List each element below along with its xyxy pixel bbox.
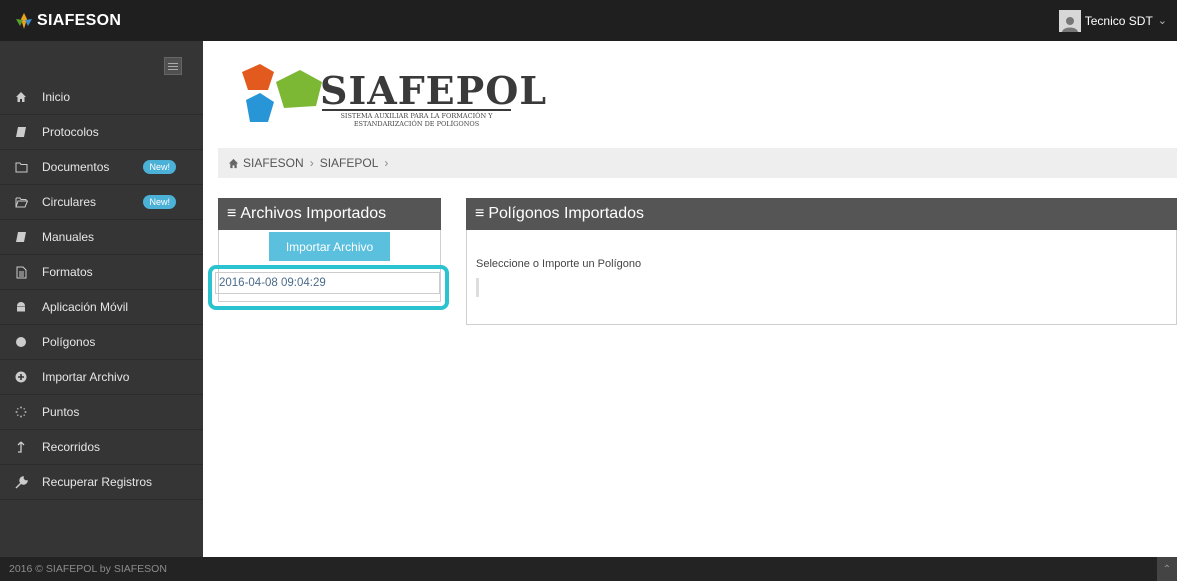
breadcrumb-separator-icon: › — [309, 156, 314, 170]
sidebar-item-label: Recuperar Registros — [42, 475, 153, 489]
folder-icon — [14, 160, 28, 174]
sidebar-item-recuperar-registros[interactable]: Recuperar Registros — [0, 465, 203, 500]
brand-logo-icon — [16, 12, 32, 29]
archivos-panel-header: ≡ Archivos Importados — [218, 198, 441, 230]
sidebar-item-formatos[interactable]: Formatos — [0, 255, 203, 290]
sidebar-item-label: Manuales — [42, 230, 95, 244]
folder-open-icon — [14, 195, 28, 209]
sidebar-item-label: Polígonos — [42, 335, 96, 349]
home-icon[interactable] — [228, 158, 239, 169]
footer: 2016 © SIAFEPOL by SIAFESON ⌃ — [0, 557, 1177, 581]
empty-state-message: Seleccione o Importe un Polígono — [476, 258, 642, 270]
new-badge: New! — [143, 195, 176, 209]
logo-subtitle: SISTEMA AUXILIAR PARA LA FORMACIÓN Y EST… — [322, 112, 511, 128]
breadcrumb: SIAFESON › SIAFEPOL › — [218, 148, 1177, 178]
sidebar-item-label: Inicio — [42, 90, 71, 104]
sidebar-item-label: Importar Archivo — [42, 370, 130, 384]
breadcrumb-item[interactable]: SIAFEPOL — [320, 156, 379, 170]
sidebar: Inicio Protocolos Documentos New! Circul… — [0, 41, 203, 557]
highlight-annotation — [208, 265, 449, 310]
breadcrumb-item[interactable]: SIAFESON — [243, 156, 304, 170]
footer-copyright: 2016 © SIAFEPOL by SIAFESON — [9, 563, 167, 575]
breadcrumb-separator-icon: › — [384, 156, 389, 170]
sidebar-item-manuales[interactable]: Manuales — [0, 220, 203, 255]
android-icon — [14, 300, 28, 314]
sidebar-menu: Inicio Protocolos Documentos New! Circul… — [0, 80, 203, 500]
user-name: Tecnico SDT — [1084, 13, 1153, 28]
panel-title: Archivos Importados — [240, 205, 387, 222]
new-badge: New! — [143, 160, 176, 174]
logo-subtitle-line: SISTEMA AUXILIAR PARA LA FORMACIÓN Y — [340, 112, 493, 120]
sidebar-item-poligonos[interactable]: Polígonos — [0, 325, 203, 360]
sidebar-item-puntos[interactable]: Puntos — [0, 395, 203, 430]
sidebar-item-circulares[interactable]: Circulares New! — [0, 185, 203, 220]
sidebar-item-label: Recorridos — [42, 440, 101, 454]
scroll-top-icon[interactable]: ⌃ — [1157, 557, 1177, 581]
sidebar-item-label: Protocolos — [42, 125, 99, 139]
route-icon — [14, 440, 28, 454]
user-silhouette-icon — [1061, 16, 1078, 32]
logo-divider — [322, 109, 511, 111]
top-navbar: SIAFESON Tecnico SDT ⌄ — [0, 0, 1177, 41]
sidebar-item-label: Puntos — [42, 405, 80, 419]
sidebar-item-label: Formatos — [42, 265, 93, 279]
poligonos-panel-body — [466, 230, 1177, 325]
sidebar-item-label: Documentos — [42, 160, 110, 174]
avatar — [1058, 9, 1081, 32]
panel-title: Polígonos Importados — [488, 205, 644, 222]
import-file-button[interactable]: Importar Archivo — [269, 232, 390, 261]
circle-icon — [14, 335, 28, 349]
logo-subtitle-line: ESTANDARIZACIÓN DE POLÍGONOS — [353, 120, 480, 128]
brand-name: SIAFESON — [37, 11, 122, 29]
sidebar-item-aplicacion-movil[interactable]: Aplicación Móvil — [0, 290, 203, 325]
menu-lines-icon: ≡ — [227, 205, 237, 222]
book-icon — [14, 230, 28, 244]
chevron-down-icon: ⌄ — [1157, 15, 1167, 27]
wrench-icon — [14, 475, 28, 489]
menu-lines-icon: ≡ — [475, 205, 485, 222]
poligonos-panel-header: ≡ Polígonos Importados — [466, 198, 1177, 230]
plus-circle-icon — [14, 370, 28, 384]
sidebar-item-label: Aplicación Móvil — [42, 300, 129, 314]
logo-title: SIAFEPOL — [320, 68, 548, 113]
home-icon — [14, 90, 28, 104]
sidebar-item-recorridos[interactable]: Recorridos — [0, 430, 203, 465]
spinner-icon — [14, 405, 28, 419]
sidebar-item-label: Circulares — [42, 195, 97, 209]
sidebar-item-protocolos[interactable]: Protocolos — [0, 115, 203, 150]
sidebar-item-inicio[interactable]: Inicio — [0, 80, 203, 115]
sidebar-item-documentos[interactable]: Documentos New! — [0, 150, 203, 185]
user-menu[interactable]: Tecnico SDT ⌄ — [1058, 0, 1167, 41]
file-icon — [14, 265, 28, 279]
polygon-list-scrollbar[interactable] — [476, 278, 479, 297]
brand[interactable]: SIAFESON — [14, 0, 121, 41]
sidebar-toggle-button[interactable] — [164, 57, 182, 75]
sidebar-item-importar-archivo[interactable]: Importar Archivo — [0, 360, 203, 395]
book-icon — [14, 125, 28, 139]
